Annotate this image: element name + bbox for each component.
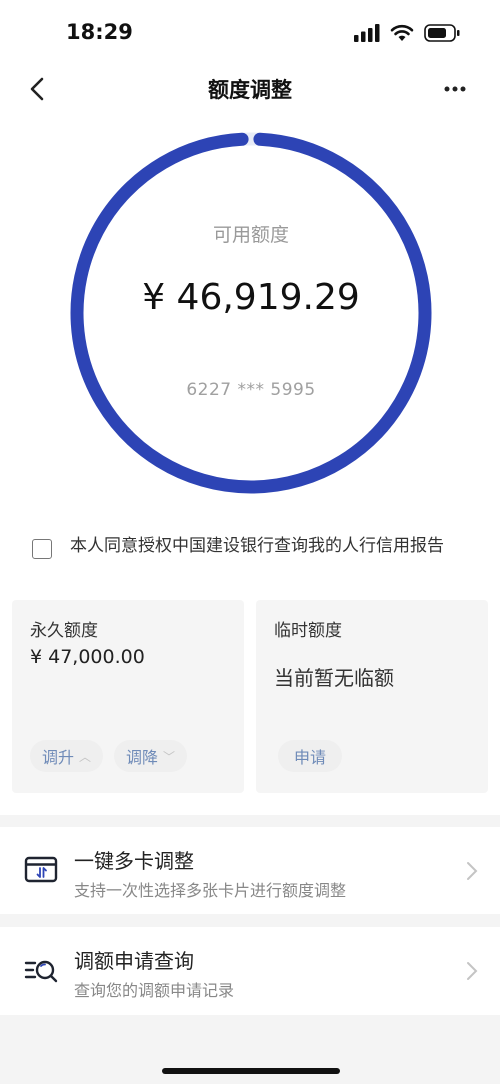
row-divider (0, 914, 500, 927)
signal-icon (354, 24, 380, 46)
multi-card-icon (24, 853, 58, 887)
wifi-icon (390, 24, 414, 46)
more-button[interactable] (440, 74, 470, 104)
lower-label: 调降 (126, 748, 159, 767)
apply-button[interactable]: 申请 (278, 740, 343, 772)
status-time: 18:29 (66, 20, 133, 44)
search-list-icon (24, 953, 58, 987)
chevron-up-icon: ︿ (79, 749, 92, 764)
credit-ring: 可用额度 ¥ 46,919.29 6227 *** 5995 (70, 132, 432, 494)
permanent-quota-value: ¥ 47,000.00 (30, 646, 145, 668)
card-number: 6227 *** 5995 (186, 380, 316, 400)
permanent-quota-card: 永久额度 ¥ 47,000.00 调升 ︿ 调降 ﹀ (12, 600, 244, 793)
temporary-quota-empty: 当前暂无临额 (274, 666, 394, 690)
menu-item-multi-card[interactable]: 一键多卡调整 支持一次性选择多张卡片进行额度调整 (0, 827, 500, 915)
menu-item-title: 一键多卡调整 (74, 849, 194, 873)
menu-item-title: 调额申请查询 (74, 949, 194, 973)
menu-item-subtitle: 查询您的调额申请记录 (74, 981, 235, 1000)
permanent-quota-title: 永久额度 (30, 621, 98, 641)
more-icon (444, 86, 466, 92)
available-credit-amount: ¥ 46,919.29 (142, 277, 360, 318)
raise-button[interactable]: 调升 ︿ (30, 740, 104, 772)
consent-text: 本人同意授权中国建设银行查询我的人行信用报告 (70, 536, 444, 556)
menu-item-query[interactable]: 调额申请查询 查询您的调额申请记录 (0, 927, 500, 1015)
status-icons (354, 24, 460, 46)
chevron-right-icon (466, 861, 478, 886)
temporary-quota-card: 临时额度 当前暂无临额 申请 (256, 600, 488, 793)
home-indicator[interactable] (162, 1068, 340, 1074)
chevron-right-icon (466, 961, 478, 986)
nav-bar: 额度调整 (0, 64, 500, 114)
temporary-quota-title: 临时额度 (274, 621, 342, 641)
lower-button[interactable]: 调降 ﹀ (114, 740, 188, 772)
available-credit-label: 可用额度 (212, 224, 289, 246)
menu-item-subtitle: 支持一次性选择多张卡片进行额度调整 (74, 881, 347, 900)
battery-icon (424, 24, 460, 46)
raise-label: 调升 (42, 748, 75, 767)
consent-checkbox[interactable] (32, 539, 52, 559)
status-bar: 18:29 (0, 0, 500, 64)
page-title: 额度调整 (208, 78, 292, 102)
consent-row: 本人同意授权中国建设银行查询我的人行信用报告 (32, 534, 472, 559)
apply-label: 申请 (294, 748, 327, 767)
section-divider (0, 815, 500, 827)
chevron-down-icon: ﹀ (163, 749, 176, 764)
